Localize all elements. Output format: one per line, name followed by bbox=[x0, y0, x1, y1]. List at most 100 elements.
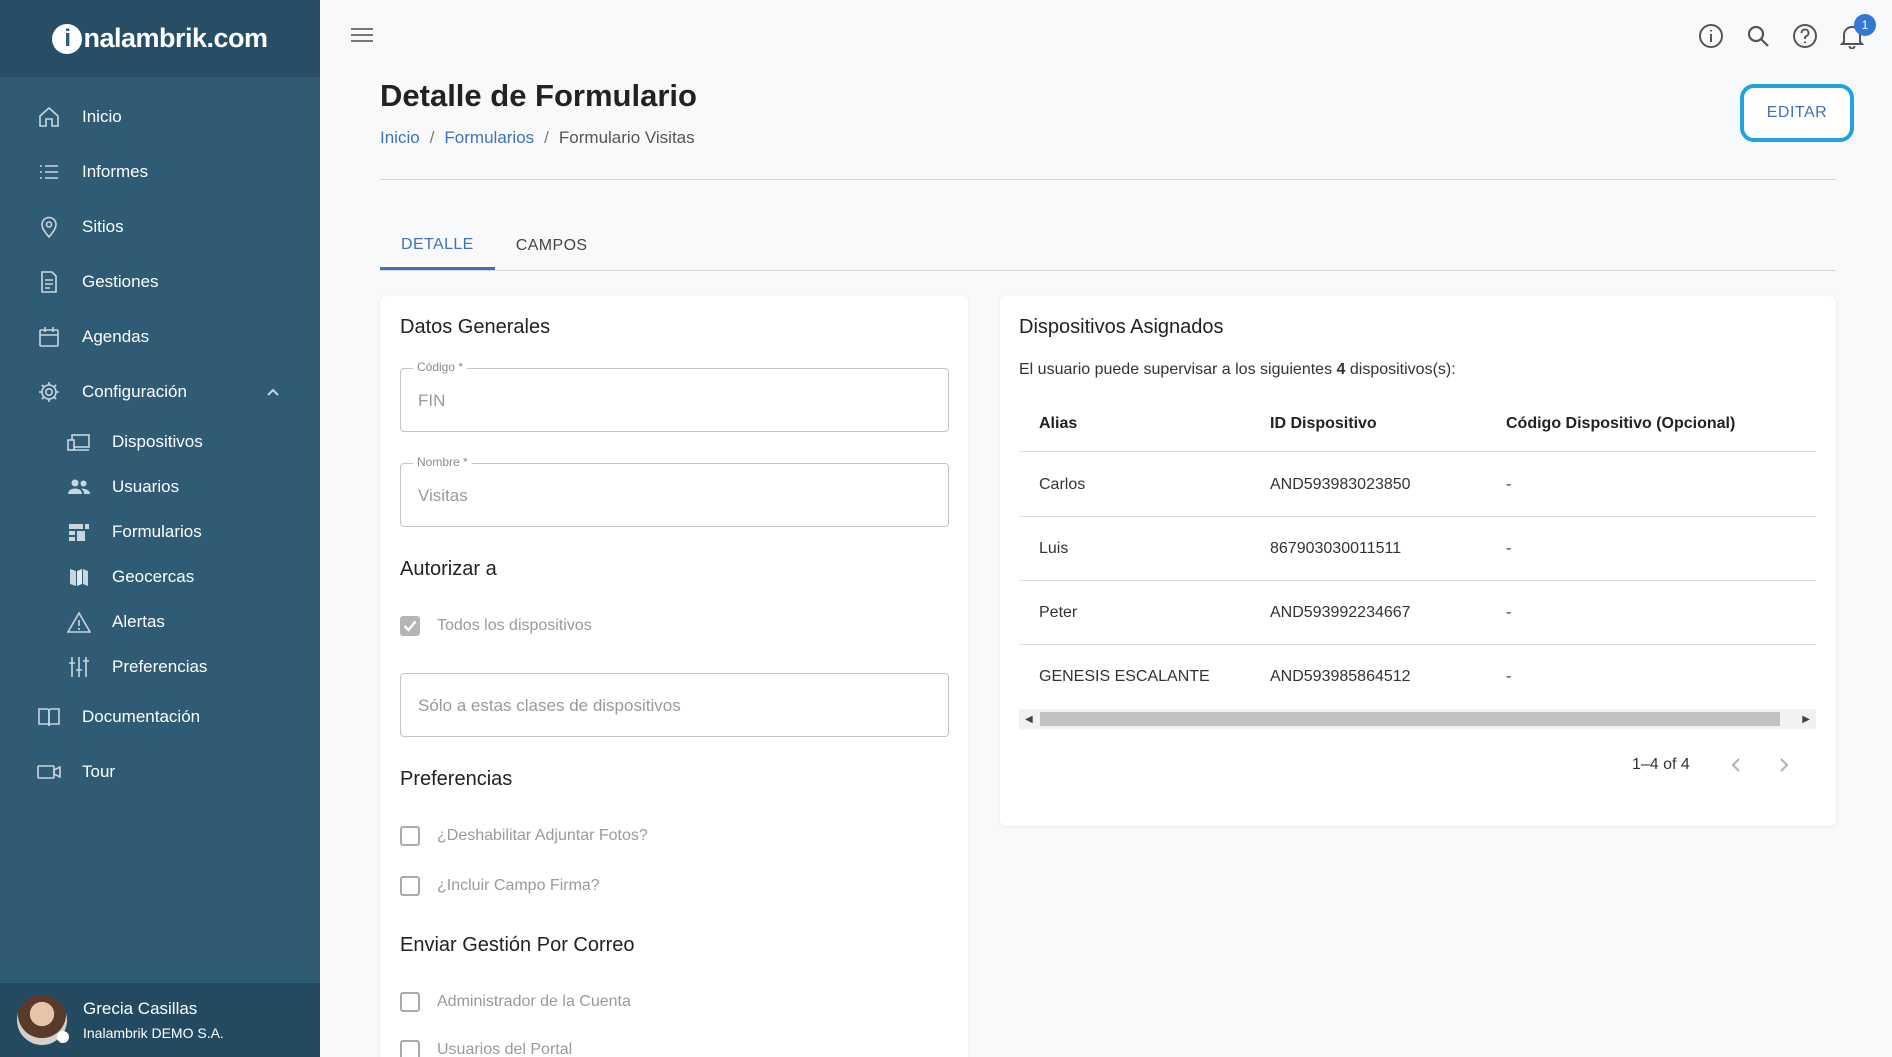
sidebar-subitem-dispositivos[interactable]: Dispositivos bbox=[0, 419, 320, 464]
horizontal-scrollbar[interactable]: ◀ ▶ bbox=[1019, 709, 1816, 729]
document-icon bbox=[36, 269, 62, 295]
table-row[interactable]: GENESIS ESCALANTE AND593985864512 - bbox=[1019, 645, 1816, 709]
sidebar-subitem-geocercas[interactable]: Geocercas bbox=[0, 554, 320, 599]
assigned-devices-card: Dispositivos Asignados El usuario puede … bbox=[1000, 296, 1836, 826]
name-field[interactable]: Nombre * Visitas bbox=[400, 455, 949, 527]
sidebar-item-label: Inicio bbox=[82, 106, 122, 126]
checkbox-icon bbox=[400, 992, 420, 1012]
cell-alias: Luis bbox=[1039, 539, 1069, 557]
sidebar-subitem-preferencias[interactable]: Preferencias bbox=[0, 644, 320, 689]
tab-detalle[interactable]: DETALLE bbox=[380, 222, 495, 270]
cell-device-code: - bbox=[1506, 668, 1512, 685]
sidebar-subitem-label: Formularios bbox=[112, 521, 202, 541]
sidebar-item-configuracion[interactable]: Configuración bbox=[0, 364, 320, 419]
search-icon[interactable] bbox=[1744, 18, 1772, 54]
column-header-device-id[interactable]: ID Dispositivo bbox=[1270, 415, 1506, 433]
table-header: Alias ID Dispositivo Código Dispositivo … bbox=[1019, 396, 1816, 452]
gear-icon bbox=[36, 379, 62, 405]
table-row[interactable]: Luis 867903030011511 - bbox=[1019, 517, 1816, 581]
list-icon bbox=[36, 159, 62, 185]
sidebar-subitem-label: Alertas bbox=[112, 611, 165, 631]
tabs-divider bbox=[380, 270, 1836, 271]
code-field-label: Código * bbox=[413, 360, 468, 374]
breadcrumb-inicio[interactable]: Inicio bbox=[380, 128, 420, 148]
account-admin-checkbox[interactable]: Administrador de la Cuenta bbox=[400, 992, 631, 1012]
column-header-alias[interactable]: Alias bbox=[1019, 415, 1270, 433]
book-icon bbox=[36, 704, 62, 730]
sidebar-subitem-label: Dispositivos bbox=[112, 431, 203, 451]
forms-icon bbox=[66, 519, 92, 545]
next-page-icon[interactable] bbox=[1772, 753, 1796, 777]
info-icon[interactable] bbox=[1697, 18, 1725, 54]
checkbox-icon bbox=[400, 826, 420, 846]
sidebar-subitem-formularios[interactable]: Formularios bbox=[0, 509, 320, 554]
checkbox-label: Administrador de la Cuenta bbox=[437, 993, 631, 1010]
prev-page-icon[interactable] bbox=[1724, 753, 1748, 777]
user-panel[interactable]: Grecia Casillas Inalambrik DEMO S.A. bbox=[0, 983, 320, 1057]
include-signature-checkbox[interactable]: ¿Incluir Campo Firma? bbox=[400, 876, 600, 896]
sidebar-item-label: Documentación bbox=[82, 706, 201, 726]
name-field-value: Visitas bbox=[418, 486, 468, 505]
table-row[interactable]: Peter AND593992234667 - bbox=[1019, 581, 1816, 645]
breadcrumb: Inicio / Formularios / Formulario Visita… bbox=[380, 128, 695, 148]
disable-photos-checkbox[interactable]: ¿Deshabilitar Adjuntar Fotos? bbox=[400, 826, 648, 846]
sidebar-item-documentacion[interactable]: Documentación bbox=[0, 689, 320, 744]
breadcrumb-separator: / bbox=[544, 128, 549, 147]
checkbox-label: ¿Incluir Campo Firma? bbox=[437, 877, 600, 894]
breadcrumb-separator: / bbox=[429, 128, 435, 147]
section-title-email: Enviar Gestión Por Correo bbox=[400, 934, 635, 956]
sidebar-item-tour[interactable]: Tour bbox=[0, 744, 320, 799]
cell-alias: Peter bbox=[1039, 603, 1078, 621]
pagination-range: 1–4 of 4 bbox=[1632, 756, 1690, 773]
sidebar-nav: Inicio Informes Sitios Gestiones Agendas bbox=[0, 89, 320, 799]
table-row[interactable]: Carlos AND593983023850 - bbox=[1019, 453, 1816, 517]
sidebar-item-gestiones[interactable]: Gestiones bbox=[0, 254, 320, 309]
scroll-left-arrow-icon[interactable]: ◀ bbox=[1025, 714, 1033, 725]
sidebar-item-inicio[interactable]: Inicio bbox=[0, 89, 320, 144]
cell-device-code: - bbox=[1506, 603, 1512, 621]
form-details-card: Datos Generales Código * FIN Nombre * Vi… bbox=[380, 296, 968, 1057]
sidebar-header: i nalambrik.com bbox=[0, 0, 320, 77]
all-devices-checkbox[interactable]: Todos los dispositivos bbox=[400, 616, 592, 636]
sidebar-subitem-usuarios[interactable]: Usuarios bbox=[0, 464, 320, 509]
tabs: DETALLE CAMPOS bbox=[380, 222, 609, 270]
menu-icon[interactable] bbox=[350, 25, 376, 47]
cell-device-id: AND593983023850 bbox=[1270, 475, 1411, 493]
edit-button[interactable]: EDITAR bbox=[1740, 84, 1854, 142]
portal-users-checkbox[interactable]: Usuarios del Portal bbox=[400, 1040, 572, 1057]
breadcrumb-formularios[interactable]: Formularios bbox=[444, 128, 534, 148]
sidebar-item-informes[interactable]: Informes bbox=[0, 144, 320, 199]
app-logo[interactable]: i nalambrik.com bbox=[52, 23, 268, 54]
section-title-devices: Dispositivos Asignados bbox=[1019, 316, 1224, 338]
scroll-right-arrow-icon[interactable]: ▶ bbox=[1802, 714, 1810, 725]
sidebar-item-agendas[interactable]: Agendas bbox=[0, 309, 320, 364]
sidebar-subitem-label: Geocercas bbox=[112, 566, 195, 586]
sidebar-subitem-label: Preferencias bbox=[112, 656, 208, 676]
sidebar-item-sitios[interactable]: Sitios bbox=[0, 199, 320, 254]
checkbox-icon bbox=[400, 876, 420, 896]
device-classes-field[interactable]: Sólo a estas clases de dispositivos bbox=[400, 673, 949, 737]
sidebar-item-label: Configuración bbox=[82, 381, 187, 401]
pagination: 1–4 of 4 bbox=[1632, 753, 1796, 777]
tab-campos[interactable]: CAMPOS bbox=[495, 222, 609, 270]
chevron-up-icon[interactable] bbox=[266, 382, 280, 402]
column-header-device-code[interactable]: Código Dispositivo (Opcional) bbox=[1506, 415, 1816, 433]
avatar bbox=[17, 995, 69, 1045]
sliders-icon bbox=[66, 654, 92, 680]
location-pin-icon bbox=[36, 214, 62, 240]
section-title-authorize: Autorizar a bbox=[400, 558, 497, 580]
help-icon[interactable] bbox=[1791, 18, 1819, 54]
scrollbar-thumb[interactable] bbox=[1040, 712, 1780, 726]
checkbox-checked-icon bbox=[400, 616, 420, 636]
status-dot bbox=[57, 1031, 69, 1043]
sidebar-subitem-alertas[interactable]: Alertas bbox=[0, 599, 320, 644]
section-title-preferences: Preferencias bbox=[400, 768, 513, 790]
cell-device-id: 867903030011511 bbox=[1270, 539, 1402, 557]
device-classes-placeholder: Sólo a estas clases de dispositivos bbox=[418, 696, 681, 715]
map-icon bbox=[66, 564, 92, 590]
devices-description: El usuario puede supervisar a los siguie… bbox=[1019, 361, 1456, 378]
sidebar-item-label: Sitios bbox=[82, 216, 124, 236]
notifications-bell-icon[interactable]: 1 bbox=[1838, 14, 1876, 54]
cell-device-code: - bbox=[1506, 475, 1512, 493]
code-field[interactable]: Código * FIN bbox=[400, 360, 949, 432]
